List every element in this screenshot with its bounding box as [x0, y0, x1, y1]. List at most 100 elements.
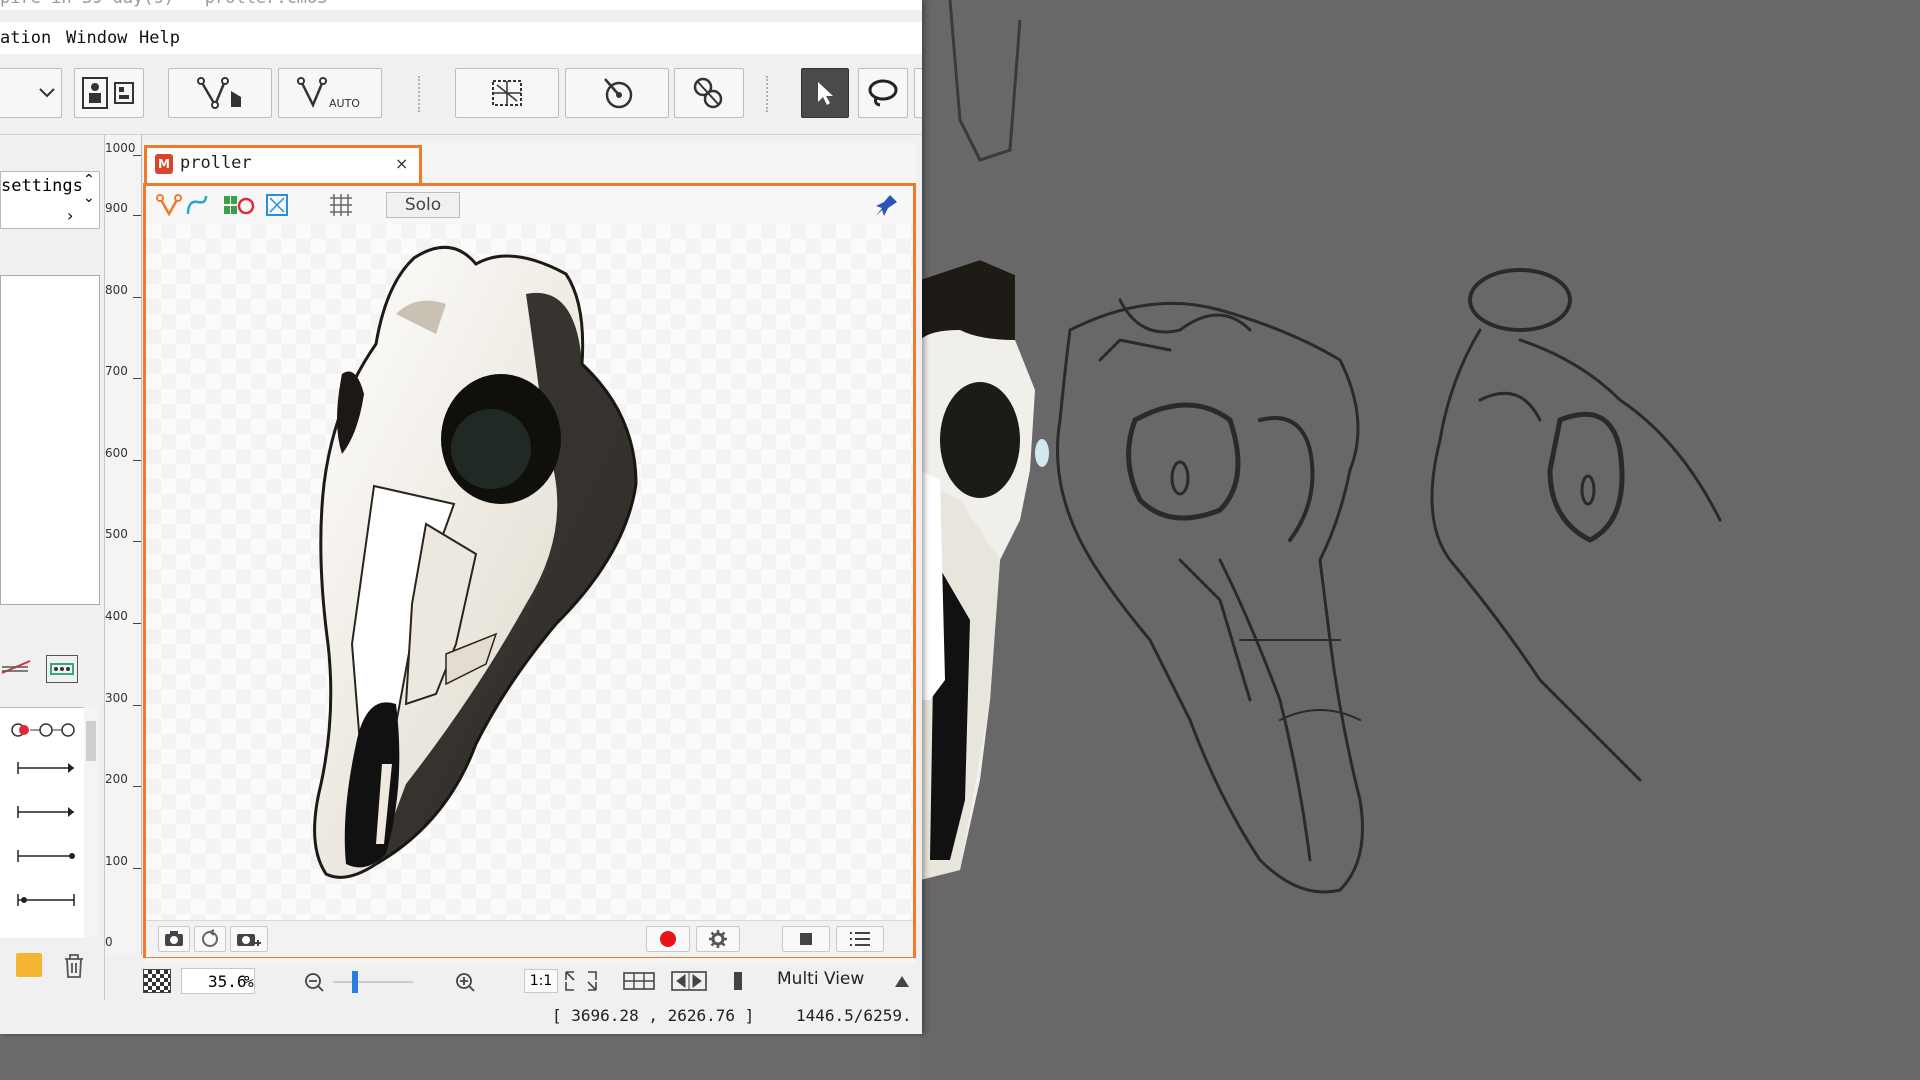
slider-2-icon[interactable]: [16, 804, 78, 820]
multi-view-label[interactable]: Multi View: [777, 969, 864, 989]
pin-icon[interactable]: [874, 192, 900, 218]
ruler-tick: 500: [105, 527, 128, 541]
glue-tool-button[interactable]: [674, 68, 744, 118]
snapshot-button[interactable]: [158, 926, 190, 952]
mesh-edit-button[interactable]: [455, 68, 559, 118]
scrollbar-thumb[interactable]: [86, 721, 96, 761]
menu-bar: ation Window Help: [0, 22, 922, 54]
chevron-up-icon[interactable]: ⌃: [83, 172, 95, 188]
ruler-tick: 700: [105, 364, 128, 378]
lasso-select-button[interactable]: [858, 68, 908, 118]
close-window-icon[interactable]: ✕: [875, 0, 886, 5]
parameter-tools-button[interactable]: [74, 68, 144, 118]
folder-icon[interactable]: [16, 953, 42, 977]
view-mode-icon: [734, 972, 742, 990]
ruler-tick: 100: [105, 854, 128, 868]
close-tab-icon[interactable]: ×: [395, 154, 408, 173]
document-footer: [146, 920, 913, 957]
more-tools-button[interactable]: [914, 68, 922, 118]
person-icon: [82, 77, 134, 109]
auto-deform-button[interactable]: AUTO: [278, 68, 382, 118]
window-title: pire in 39 day(s) - proller.cmo3: [0, 0, 328, 8]
solo-button[interactable]: Solo: [386, 192, 460, 218]
flip-view-icon[interactable]: [669, 969, 709, 993]
ruler-tick: 400: [105, 609, 128, 623]
parameter-list[interactable]: [0, 707, 84, 938]
cursor-coordinates: [ 3696.28 , 2626.76 ]: [552, 1006, 755, 1025]
keyform-icon[interactable]: [46, 655, 78, 683]
transparency-icon[interactable]: [143, 969, 171, 993]
grid-icon[interactable]: [326, 190, 356, 220]
maximize-icon[interactable]: ☐: [800, 0, 811, 5]
model-file-icon: M: [155, 154, 173, 174]
ruler-tick: 1000: [105, 141, 136, 155]
menu-item-animation[interactable]: ation: [0, 28, 51, 48]
strike-icon[interactable]: [0, 651, 32, 683]
zoom-in-icon[interactable]: [454, 971, 476, 993]
mesh-icon: [492, 80, 522, 106]
svg-text:AUTO: AUTO: [329, 97, 360, 110]
ruler-tick: 900: [105, 201, 128, 215]
menu-item-help[interactable]: Help: [139, 28, 180, 48]
list-button[interactable]: [836, 926, 884, 952]
fit-screen-icon[interactable]: [563, 969, 599, 993]
deform-path-button[interactable]: [168, 68, 272, 118]
camera-reset-button[interactable]: [194, 926, 226, 952]
zoom-out-icon[interactable]: [303, 971, 325, 993]
zoom-slider[interactable]: [333, 981, 413, 983]
camera-add-icon: [237, 934, 261, 946]
guide-icon[interactable]: [621, 969, 657, 993]
lasso-icon: [868, 79, 898, 107]
zoom-slider-thumb[interactable]: [352, 971, 358, 993]
list-panel[interactable]: [0, 275, 100, 605]
model-canvas[interactable]: [146, 224, 913, 920]
app-window: pire in 39 day(s) - proller.cmo3 ☐ ✕ ati…: [0, 0, 922, 1034]
toolbar-dropdown[interactable]: [0, 68, 62, 118]
slider-4-icon[interactable]: [16, 892, 78, 908]
settings-label: settings: [1, 176, 83, 196]
rotation-icon: [604, 78, 633, 109]
layer-visibility-icon[interactable]: [222, 192, 256, 218]
zoom-input[interactable]: 35.6 %: [181, 968, 255, 994]
skull-artwork: [313, 245, 638, 879]
stop-button[interactable]: [782, 926, 830, 952]
actual-size-button[interactable]: 1:1: [524, 969, 558, 993]
settings-button[interactable]: [696, 926, 740, 952]
trash-icon[interactable]: [62, 953, 88, 979]
slider-3-icon[interactable]: [16, 848, 78, 864]
chevron-right-icon[interactable]: ›: [67, 206, 73, 225]
parameter-scrollbar[interactable]: [84, 707, 98, 937]
ruler-tick: 200: [105, 772, 128, 786]
document-tab[interactable]: M proller ×: [144, 145, 422, 184]
list-icon: [850, 932, 870, 946]
slider-1-icon[interactable]: [16, 760, 78, 776]
ruler-tick: 300: [105, 691, 128, 705]
record-icon: [660, 931, 676, 947]
rotation-deformer-button[interactable]: [565, 68, 669, 118]
sketch-artwork: [920, 0, 1722, 894]
drawing-canvas[interactable]: [920, 0, 1920, 1080]
document-toolbar: Solo: [146, 186, 913, 225]
keyform-points-icon: [11, 723, 75, 737]
zoom-value: 35.6: [208, 972, 247, 991]
record-button[interactable]: [646, 926, 690, 952]
chevron-down-icon[interactable]: ⌄: [83, 190, 95, 206]
ruler-tick: 0: [105, 935, 113, 949]
document-tab-title: proller: [180, 153, 252, 173]
edit-path-icon[interactable]: [156, 192, 182, 218]
coordinate-bar: [ 3696.28 , 2626.76 ] 1446.5/6259.: [0, 1000, 922, 1034]
menu-item-window[interactable]: Window: [66, 28, 127, 48]
camera-settings-button[interactable]: [230, 926, 268, 952]
camera-refresh-icon: [202, 929, 218, 947]
stop-icon: [800, 933, 812, 945]
camera-icon: [165, 931, 183, 946]
chevron-up-icon[interactable]: [893, 973, 911, 989]
gear-icon: [709, 930, 727, 948]
settings-dropdown[interactable]: settings ⌃ ⌄ ›: [0, 171, 100, 229]
fit-frame-icon[interactable]: [264, 192, 290, 218]
main-toolbar: AUTO: [0, 54, 922, 135]
select-arrow-button[interactable]: [801, 68, 849, 118]
arrow-cursor-icon: [818, 82, 833, 105]
curve-icon[interactable]: [184, 192, 210, 218]
left-panel: settings ⌃ ⌄ ›: [0, 135, 105, 1034]
